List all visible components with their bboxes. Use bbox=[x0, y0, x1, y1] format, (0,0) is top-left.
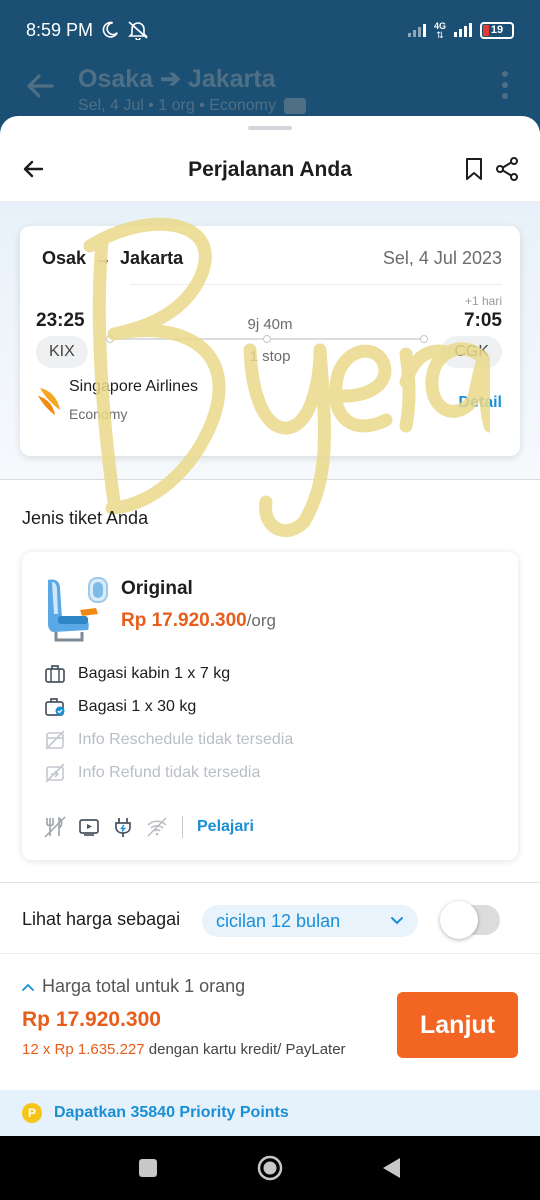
flight-card[interactable]: Osak → Jakarta Sel, 4 Jul 2023 23:25 +1 … bbox=[20, 226, 520, 456]
reschedule-unavailable-icon bbox=[45, 730, 65, 750]
network-indicator: 4G ⇅ bbox=[433, 20, 446, 40]
amenities-row: Pelajari bbox=[44, 816, 254, 838]
flight-duration: 9j 40m bbox=[247, 316, 293, 333]
signal-strong-icon bbox=[454, 23, 472, 37]
battery-level: 19 bbox=[490, 24, 504, 36]
installment-note: 12 x Rp 1.635.227 dengan kartu kredit/ P… bbox=[22, 1041, 346, 1058]
learn-more-link[interactable]: Pelajari bbox=[197, 818, 254, 836]
home-icon[interactable] bbox=[256, 1154, 284, 1182]
chevron-up-icon bbox=[22, 983, 34, 991]
feature-refund: Info Refund tidak tersedia bbox=[44, 763, 260, 783]
moon-icon bbox=[102, 21, 118, 38]
chevron-down-icon[interactable] bbox=[283, 98, 306, 114]
toggle-knob bbox=[440, 901, 478, 939]
divider bbox=[130, 284, 502, 285]
flight-route: Osak → Jakarta bbox=[42, 248, 184, 268]
seat-illustration-icon bbox=[48, 577, 108, 642]
ticket-type-name: Original bbox=[121, 578, 193, 599]
feature-checked-baggage: Bagasi 1 x 30 kg bbox=[44, 697, 196, 717]
detail-link[interactable]: Detail bbox=[458, 394, 502, 412]
more-vert-icon[interactable] bbox=[500, 70, 510, 100]
entertainment-icon bbox=[79, 819, 99, 836]
recent-apps-icon[interactable] bbox=[134, 1154, 162, 1182]
drag-handle[interactable] bbox=[248, 126, 292, 130]
arrow-right-icon: → bbox=[94, 248, 113, 268]
installment-dropdown[interactable]: cicilan 12 bulan bbox=[202, 905, 418, 937]
checked-bag-icon bbox=[45, 698, 65, 716]
arrival-airport-code: CGK bbox=[441, 336, 502, 368]
power-icon bbox=[115, 818, 131, 837]
back-arrow-icon[interactable] bbox=[22, 68, 58, 104]
trip-sheet: Perjalanan Anda Osak → Jakarta Sel, 4 Ju… bbox=[0, 116, 540, 1136]
wifi-icon bbox=[147, 817, 167, 837]
cabin-class: Economy bbox=[69, 406, 128, 422]
total-price-label[interactable]: Harga total untuk 1 orang bbox=[22, 976, 245, 997]
ticket-section-title: Jenis tiket Anda bbox=[22, 508, 149, 528]
total-price-area: Harga total untuk 1 orang Rp 17.920.300 … bbox=[0, 954, 540, 1090]
status-bar: 8:59 PM 4G ⇅ 19 bbox=[0, 0, 540, 60]
priority-points-banner[interactable]: P Dapatkan 35840 Priority Points bbox=[0, 1090, 540, 1136]
background-subtitle: Sel, 4 Jul • 1 org • Economy bbox=[78, 97, 306, 115]
battery-icon: 19 bbox=[480, 21, 514, 39]
share-icon[interactable] bbox=[494, 156, 520, 182]
airline-name: Singapore Airlines bbox=[69, 378, 198, 395]
feature-reschedule: Info Reschedule tidak tersedia bbox=[44, 730, 293, 750]
meal-icon bbox=[44, 816, 66, 838]
cabin-bag-icon bbox=[45, 665, 65, 683]
divider bbox=[182, 816, 183, 838]
arrival-day-note: +1 hari bbox=[464, 294, 502, 308]
background-route: Osaka ➔ Jakarta bbox=[78, 65, 276, 93]
flight-summary-area: Osak → Jakarta Sel, 4 Jul 2023 23:25 +1 … bbox=[0, 202, 540, 480]
notifications-muted-icon bbox=[128, 21, 148, 40]
priority-points-text: Dapatkan 35840 Priority Points bbox=[54, 1104, 289, 1121]
system-navigation-bar bbox=[0, 1136, 540, 1200]
route-end-dot bbox=[420, 335, 428, 343]
back-triangle-icon[interactable] bbox=[378, 1154, 406, 1182]
bookmark-icon[interactable] bbox=[462, 156, 486, 182]
chevron-down-icon bbox=[391, 917, 403, 925]
departure-airport-code: KIX bbox=[36, 336, 88, 368]
route-stop-dot bbox=[263, 335, 271, 343]
flight-date: Sel, 4 Jul 2023 bbox=[382, 248, 502, 268]
price-view-row: Lihat harga sebagai cicilan 12 bulan bbox=[0, 882, 540, 954]
sheet-header: Perjalanan Anda bbox=[0, 140, 540, 202]
page-title: Perjalanan Anda bbox=[188, 158, 352, 181]
singapore-airlines-logo bbox=[38, 388, 60, 415]
feature-cabin-baggage: Bagasi kabin 1 x 7 kg bbox=[44, 664, 230, 684]
points-coin-icon: P bbox=[22, 1103, 42, 1123]
clock: 8:59 PM bbox=[26, 19, 94, 40]
arrow-right-icon: ➔ bbox=[160, 65, 188, 93]
installment-toggle[interactable] bbox=[440, 901, 500, 939]
ticket-card[interactable]: Original Rp 17.920.300/org Bagasi kabin … bbox=[22, 552, 518, 860]
route-start-dot bbox=[106, 335, 114, 343]
signal-weak-icon bbox=[407, 23, 426, 37]
refund-unavailable-icon bbox=[45, 763, 65, 783]
price-view-label: Lihat harga sebagai bbox=[22, 909, 181, 929]
total-price: Rp 17.920.300 bbox=[22, 1008, 161, 1031]
ticket-price: Rp 17.920.300/org bbox=[121, 610, 276, 631]
continue-button[interactable]: Lanjut bbox=[397, 992, 518, 1058]
